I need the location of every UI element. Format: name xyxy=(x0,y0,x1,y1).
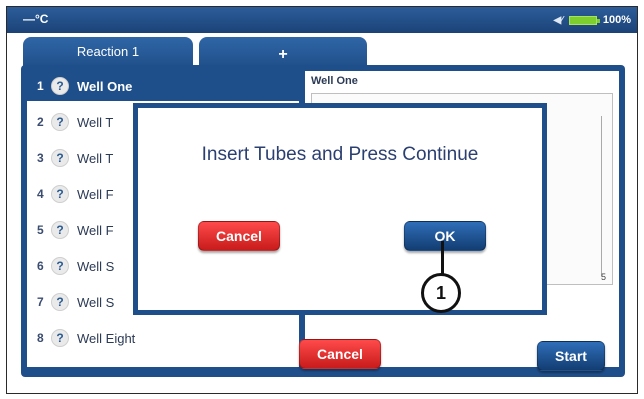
temperature-readout: —°C xyxy=(23,12,49,26)
well-number: 8 xyxy=(37,331,44,345)
well-number: 1 xyxy=(37,79,44,93)
dialog-message: Insert Tubes and Press Continue xyxy=(201,144,479,165)
well-name: Well T xyxy=(77,150,114,166)
dialog-body: Insert Tubes and Press Continue Cancel O… xyxy=(138,108,542,310)
dialog-cancel-button[interactable]: Cancel xyxy=(198,221,280,251)
start-button[interactable]: Start xyxy=(537,341,605,371)
well-number: 6 xyxy=(37,259,44,273)
well-name: Well F xyxy=(77,186,114,202)
status-right-group: ◀∕ 100% xyxy=(553,12,631,28)
question-icon[interactable]: ? xyxy=(51,257,69,275)
well-name: Well F xyxy=(77,222,114,238)
plot-axis-line xyxy=(601,116,602,276)
question-icon[interactable]: ? xyxy=(51,185,69,203)
device-screen: —°C ◀∕ 100% Reaction 1 + 1 ? Well One 2 … xyxy=(6,6,638,394)
power-plug-icon: ◀∕ xyxy=(553,14,563,26)
plot-axis-tick: 5 xyxy=(600,272,606,282)
well-name: Well One xyxy=(77,78,133,94)
well-number: 2 xyxy=(37,115,44,129)
well-row-8[interactable]: 8 ? Well Eight xyxy=(27,323,299,353)
well-name: Well S xyxy=(77,258,115,274)
well-row-1[interactable]: 1 ? Well One xyxy=(27,71,299,101)
cancel-button[interactable]: Cancel xyxy=(299,339,381,369)
insert-tubes-dialog: Insert Tubes and Press Continue Cancel O… xyxy=(133,103,547,315)
callout-marker: 1 xyxy=(421,273,461,313)
battery-percent: 100% xyxy=(602,14,631,26)
callout-pointer xyxy=(441,241,444,275)
question-icon[interactable]: ? xyxy=(51,77,69,95)
status-bar: —°C ◀∕ 100% xyxy=(7,7,637,33)
well-name: Well S xyxy=(77,294,115,310)
question-icon[interactable]: ? xyxy=(51,293,69,311)
well-detail-title: Well One xyxy=(311,75,358,87)
well-name: Well Eight xyxy=(77,330,136,346)
question-icon[interactable]: ? xyxy=(51,113,69,131)
question-icon[interactable]: ? xyxy=(51,149,69,167)
well-number: 4 xyxy=(37,187,44,201)
question-icon[interactable]: ? xyxy=(51,221,69,239)
well-name: Well T xyxy=(77,114,114,130)
well-number: 7 xyxy=(37,295,44,309)
well-number: 3 xyxy=(37,151,44,165)
question-icon[interactable]: ? xyxy=(51,329,69,347)
battery-icon xyxy=(568,15,600,25)
well-number: 5 xyxy=(37,223,44,237)
dialog-ok-button[interactable]: OK xyxy=(404,221,486,251)
